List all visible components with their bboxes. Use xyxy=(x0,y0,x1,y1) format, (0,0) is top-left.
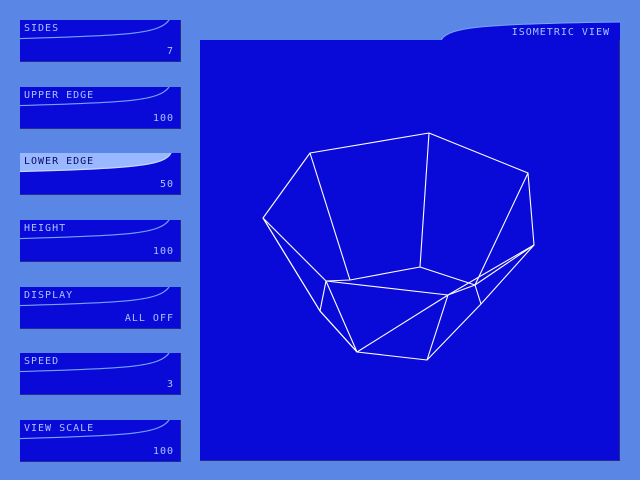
lower-edge-polygon xyxy=(319,266,476,353)
panel-label: DISPLAY xyxy=(24,290,74,301)
side-edge xyxy=(325,280,358,353)
side-edge xyxy=(419,132,430,268)
panel-label: LOWER EDGE xyxy=(24,156,95,167)
panel-value: 100 xyxy=(152,446,174,457)
side-edge xyxy=(474,244,535,286)
panel-label: HEIGHT xyxy=(24,223,67,234)
panel-value: 100 xyxy=(152,246,174,257)
panel-value: 50 xyxy=(159,179,174,190)
panel-value: 7 xyxy=(166,46,174,57)
panel-label: UPPER EDGE xyxy=(24,90,95,101)
panel-sides[interactable]: SIDES 7 xyxy=(20,20,181,62)
panel-value: 3 xyxy=(166,379,174,390)
side-edge xyxy=(262,217,321,312)
panel-lower-edge[interactable]: LOWER EDGE 50 xyxy=(20,153,181,195)
side-edge xyxy=(474,284,482,305)
side-edge xyxy=(474,172,529,286)
panel-speed[interactable]: SPEED 3 xyxy=(20,353,181,395)
panel-label: SIDES xyxy=(24,23,60,34)
panel-value: ALL OFF xyxy=(124,313,174,324)
panel-view-scale[interactable]: VIEW SCALE 100 xyxy=(20,420,181,462)
panel-display[interactable]: DISPLAY ALL OFF xyxy=(20,287,181,329)
panel-value: 100 xyxy=(152,113,174,124)
view-title: ISOMETRIC VIEW xyxy=(511,27,610,38)
side-edge xyxy=(309,152,351,281)
side-edge xyxy=(426,294,449,361)
side-edge xyxy=(262,217,327,282)
panel-height[interactable]: HEIGHT 100 xyxy=(20,220,181,262)
wireframe-frustum xyxy=(262,132,535,361)
view-title-tab: ISOMETRIC VIEW xyxy=(439,20,621,43)
side-edge xyxy=(447,244,535,296)
panel-label: VIEW SCALE xyxy=(24,423,95,434)
panel-upper-edge[interactable]: UPPER EDGE 100 xyxy=(20,87,181,129)
panel-label: SPEED xyxy=(24,356,60,367)
side-edge xyxy=(325,280,449,296)
isometric-viewport[interactable] xyxy=(200,40,620,461)
